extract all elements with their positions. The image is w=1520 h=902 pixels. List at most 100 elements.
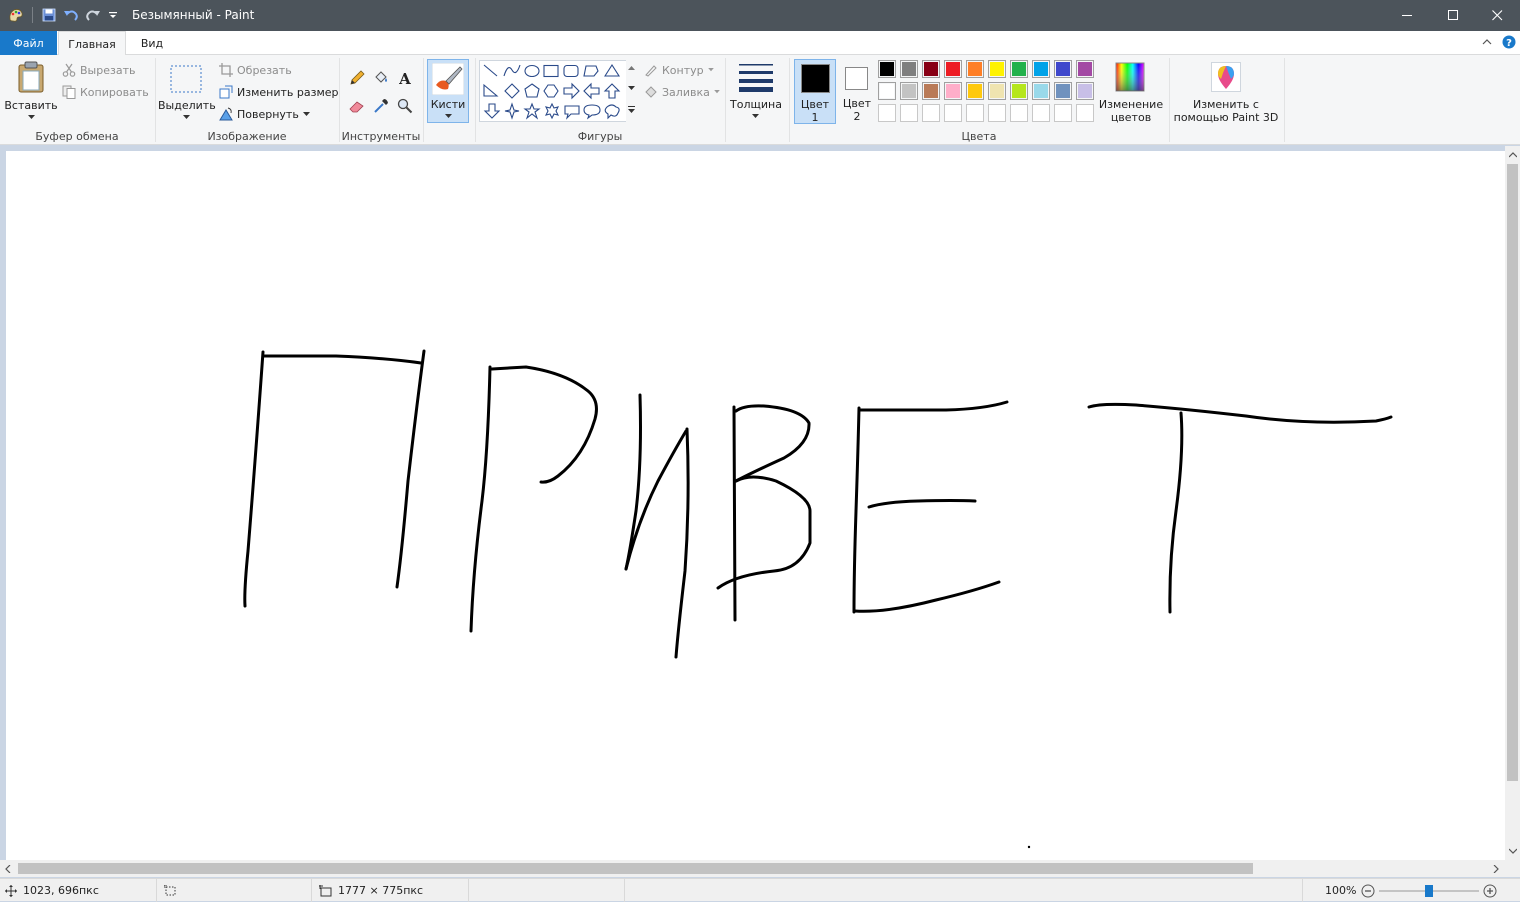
eraser-icon[interactable] [347,96,367,116]
shape-polygon-icon [583,65,599,77]
shapes-scroll-down-icon [628,86,635,90]
color2-button[interactable]: Цвет 2 [838,59,876,124]
edit-colors-button[interactable]: Изменение цветов [1098,58,1164,124]
close-button[interactable] [1474,0,1520,31]
zoom-out-icon[interactable] [1361,884,1375,898]
palette-swatch[interactable] [878,82,896,100]
outline-button[interactable]: Контур [644,61,714,79]
horizontal-scrollbar[interactable] [0,860,1505,877]
scissors-icon [62,63,76,77]
palette-swatch[interactable] [1032,60,1050,78]
size-button[interactable]: Толщина [728,58,784,124]
rotate-button[interactable]: Повернуть [219,105,310,123]
palette-swatch[interactable] [900,82,918,100]
resize-button[interactable]: Изменить размер [219,83,339,101]
tab-file[interactable]: Файл [0,31,57,55]
palette-swatch[interactable] [944,82,962,100]
minimize-button[interactable] [1384,0,1430,31]
edit-with-paint3d-button[interactable]: Изменить с помощью Paint 3D [1172,58,1280,126]
palette-swatch[interactable] [1010,60,1028,78]
drawing-canvas[interactable] [6,151,1505,860]
rotate-icon [219,107,233,121]
palette-swatch[interactable] [1076,60,1094,78]
palette-swatch[interactable] [988,82,1006,100]
crop-label: Обрезать [237,63,292,77]
shape-five-point-star-icon [523,102,541,120]
customize-quick-access-icon[interactable] [107,6,119,24]
palette-swatch[interactable] [1076,104,1094,122]
zoom-in-icon[interactable] [1483,884,1497,898]
shape-left-arrow-icon [583,82,600,100]
scroll-left-icon [5,865,11,873]
crop-icon [219,63,233,77]
magnifier-icon[interactable] [395,96,415,116]
palette-swatch[interactable] [1010,104,1028,122]
vertical-scroll-thumb[interactable] [1507,164,1518,781]
palette-swatch[interactable] [966,82,984,100]
help-icon[interactable]: ? [1502,35,1516,52]
palette-swatch[interactable] [1054,104,1072,122]
shape-oval-icon [524,64,540,78]
ribbon-separator [1169,58,1170,142]
vertical-scrollbar[interactable] [1505,146,1520,860]
brushes-button[interactable]: Кисти [427,59,469,123]
palette-swatch[interactable] [1032,82,1050,100]
select-button[interactable]: Выделить [158,57,216,125]
collapse-ribbon-icon[interactable] [1481,36,1493,51]
palette-swatch[interactable] [944,104,962,122]
shape-up-arrow-icon [603,83,621,99]
paint-app-icon[interactable] [7,6,25,24]
title-bar: Безымянный - Paint [0,0,1520,31]
image-size-icon [319,884,332,896]
canvas-drawing [243,349,1393,849]
maximize-button[interactable] [1430,0,1476,31]
fill-icon [645,86,657,98]
palette-swatch[interactable] [988,104,1006,122]
zoom-slider[interactable] [1379,884,1480,897]
copy-icon [62,85,76,99]
redo-icon[interactable] [85,6,101,24]
palette-swatch[interactable] [1054,82,1072,100]
color-spectrum-icon [1115,62,1145,92]
color1-button[interactable]: Цвет 1 [794,59,836,124]
save-icon[interactable] [41,6,57,24]
copy-button[interactable]: Копировать [62,83,149,101]
tab-home[interactable]: Главная [58,31,126,56]
palette-swatch[interactable] [966,104,984,122]
fill-bucket-icon[interactable] [371,68,391,88]
palette-swatch[interactable] [900,104,918,122]
palette-swatch[interactable] [878,104,896,122]
fill-button[interactable]: Заливка [644,83,720,101]
color2-swatch [845,67,868,90]
brush-icon [432,63,464,95]
undo-icon[interactable] [63,6,79,24]
shapes-scroll[interactable] [626,60,637,122]
palette-swatch[interactable] [922,82,940,100]
palette-swatch[interactable] [966,60,984,78]
ribbon: Вставить Вырезать Копировать Буфер обмен… [0,55,1520,145]
palette-swatch[interactable] [922,60,940,78]
palette-swatch[interactable] [900,60,918,78]
palette-swatch[interactable] [1054,60,1072,78]
text-tool-icon[interactable]: A [395,68,415,88]
image-group-label: Изображение [207,130,287,143]
palette-swatch[interactable] [922,104,940,122]
color-picker-icon[interactable] [371,96,391,116]
tab-view[interactable]: Вид [130,31,174,55]
zoom-slider-thumb[interactable] [1425,884,1434,897]
paste-button[interactable]: Вставить [4,57,58,125]
selection-rectangle-icon [170,65,202,93]
cut-button[interactable]: Вырезать [62,61,135,79]
palette-swatch[interactable] [988,60,1006,78]
palette-swatch[interactable] [1010,82,1028,100]
shape-callout-cloud-icon [604,104,620,120]
horizontal-scroll-thumb[interactable] [18,863,1253,874]
palette-swatch[interactable] [1032,104,1050,122]
palette-swatch[interactable] [878,60,896,78]
palette-swatch[interactable] [1076,82,1094,100]
palette-swatch[interactable] [944,60,962,78]
color2-number: 2 [853,110,861,123]
pencil-icon[interactable] [347,68,367,88]
crop-button[interactable]: Обрезать [219,61,292,79]
shape-six-point-star-icon [544,102,560,120]
